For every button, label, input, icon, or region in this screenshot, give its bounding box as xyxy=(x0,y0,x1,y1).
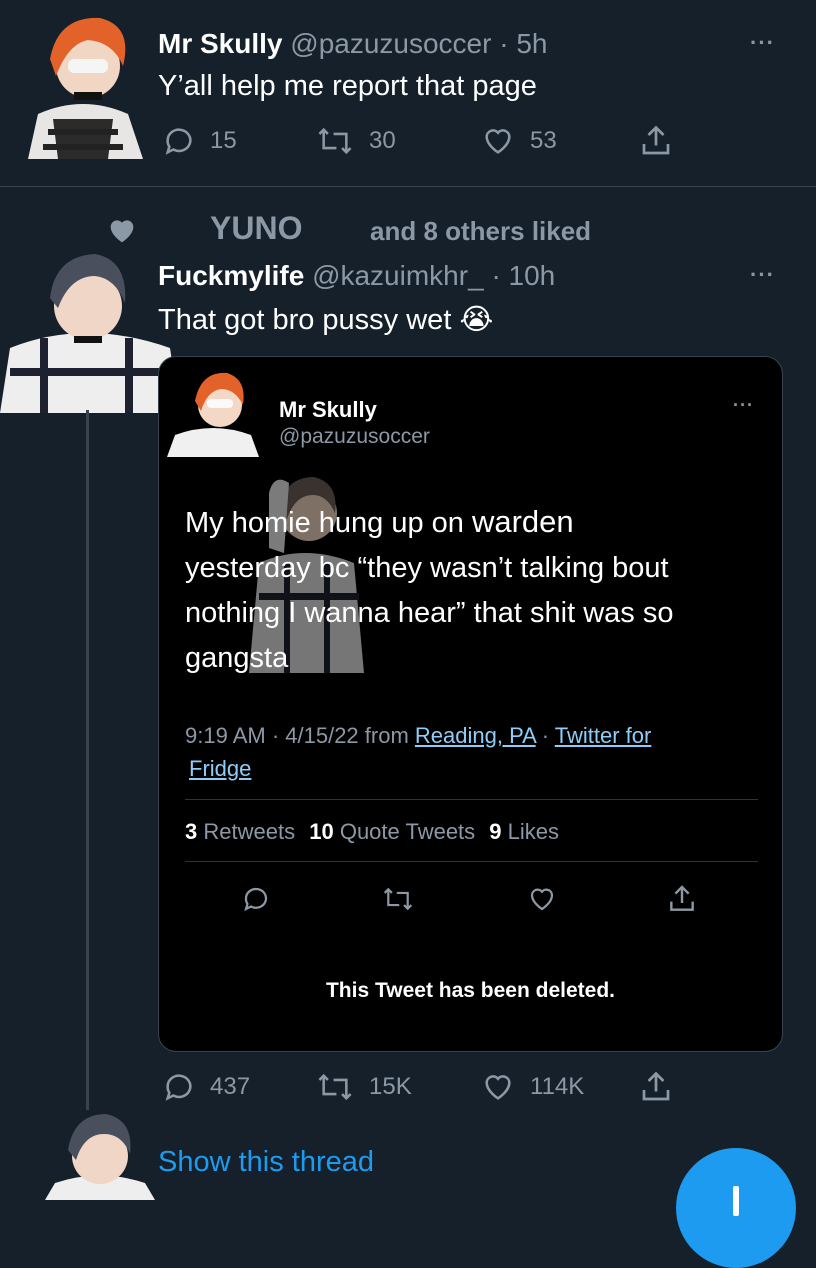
retweet-button[interactable]: 30 xyxy=(315,124,396,158)
quoted-meta-source[interactable]: Twitter for xyxy=(555,723,652,748)
avatar-fuckmylife[interactable] xyxy=(0,238,180,413)
plus-icon xyxy=(733,1186,739,1216)
social-context-text: and 8 others liked xyxy=(370,216,592,246)
quoted-quotes-count[interactable]: 10 xyxy=(309,819,333,844)
quoted-text-they: they xyxy=(367,552,422,584)
social-context-liker[interactable]: YUNO xyxy=(210,210,302,247)
crying-emoji: 😭 xyxy=(459,304,494,336)
quoted-likes-label[interactable]: Likes xyxy=(508,819,559,844)
reply-count: 437 xyxy=(210,1073,251,1100)
quoted-tweet-card[interactable]: Mr Skully @pazuzusoccer ··· My homie hun… xyxy=(158,356,783,1052)
thread-avatar[interactable] xyxy=(40,1108,160,1200)
retweet-button[interactable]: 15K xyxy=(315,1070,412,1104)
quoted-quotes-label[interactable]: Quote Tweets xyxy=(340,819,475,844)
thread-line xyxy=(86,410,89,1110)
reply-icon[interactable] xyxy=(241,884,271,914)
quoted-meta-time: 9:19 AM · 4/15/22 from xyxy=(185,723,415,748)
more-icon[interactable]: ··· xyxy=(733,395,754,416)
divider xyxy=(0,186,816,187)
quoted-text-line2b: wasn’t talking bout xyxy=(430,552,669,584)
reply-icon xyxy=(165,128,192,155)
quoted-author-handle[interactable]: @pazuzusoccer xyxy=(279,425,430,449)
like-button[interactable]: 53 xyxy=(480,124,557,158)
quoted-text-line2a: yesterday bc “ xyxy=(185,552,368,584)
quoted-retweets-count[interactable]: 3 xyxy=(185,819,197,844)
tweet-text: That got bro pussy wet xyxy=(158,304,452,336)
like-count: 114K xyxy=(530,1073,585,1100)
quoted-meta-source-cont[interactable]: Fridge xyxy=(189,756,251,781)
quoted-text-line1: My homie hung up on xyxy=(185,507,472,539)
quoted-author-name[interactable]: Mr Skully xyxy=(279,397,377,423)
quoted-text-highlight: warden xyxy=(471,504,574,539)
avatar-illustration xyxy=(28,17,143,159)
retweet-count: 30 xyxy=(369,127,396,154)
deleted-notice: This Tweet has been deleted. xyxy=(325,979,616,1002)
share-icon xyxy=(642,125,670,155)
tweet-time[interactable]: · 10h xyxy=(491,260,555,291)
avatar-illustration xyxy=(0,254,180,413)
heart-icon[interactable] xyxy=(526,884,558,914)
share-button[interactable] xyxy=(638,1068,688,1106)
like-count: 53 xyxy=(530,127,557,154)
author-name[interactable]: Mr Skully xyxy=(158,28,282,59)
retweet-count: 15K xyxy=(369,1073,412,1100)
compose-tweet-button[interactable] xyxy=(676,1148,796,1268)
quoted-likes-count[interactable]: 9 xyxy=(489,819,501,844)
avatar-illustration xyxy=(167,372,259,457)
show-thread-link[interactable]: Show this thread xyxy=(158,1146,374,1179)
more-icon[interactable]: ··· xyxy=(750,30,775,56)
like-button[interactable]: 114K xyxy=(480,1070,584,1104)
author-name[interactable]: Fuckmylife xyxy=(158,260,304,291)
tweet-text: Y’all help me report that page xyxy=(158,70,537,102)
divider xyxy=(185,799,758,800)
quoted-avatar[interactable] xyxy=(165,365,261,457)
retweet-icon[interactable] xyxy=(381,884,415,914)
reply-icon xyxy=(165,1074,192,1101)
reply-button[interactable]: 437 xyxy=(162,1070,250,1104)
author-handle[interactable]: @kazuimkhr_ xyxy=(312,260,484,291)
heart-icon xyxy=(485,129,511,154)
more-icon[interactable]: ··· xyxy=(750,262,775,288)
share-button[interactable] xyxy=(638,122,688,160)
quoted-meta-location[interactable]: Reading, PA xyxy=(415,723,536,748)
reply-button[interactable]: 15 xyxy=(162,124,237,158)
quoted-text-line3: nothing I wanna hear” that shit was so xyxy=(185,597,674,629)
avatar-illustration xyxy=(45,1114,155,1200)
reply-count: 15 xyxy=(210,127,237,154)
divider xyxy=(185,861,758,862)
quoted-retweets-label[interactable]: Retweets xyxy=(203,819,295,844)
share-icon xyxy=(642,1071,670,1101)
quoted-text-line4: gangsta xyxy=(185,642,289,674)
share-icon[interactable] xyxy=(666,882,698,916)
retweet-icon xyxy=(318,1073,352,1101)
heart-icon xyxy=(485,1075,511,1100)
author-handle[interactable]: @pazuzusoccer xyxy=(290,28,491,59)
retweet-icon xyxy=(318,127,352,155)
quoted-meta-sep: · xyxy=(535,723,555,748)
avatar-mr-skully[interactable] xyxy=(8,4,158,159)
tweet-time[interactable]: · 5h xyxy=(499,28,547,59)
